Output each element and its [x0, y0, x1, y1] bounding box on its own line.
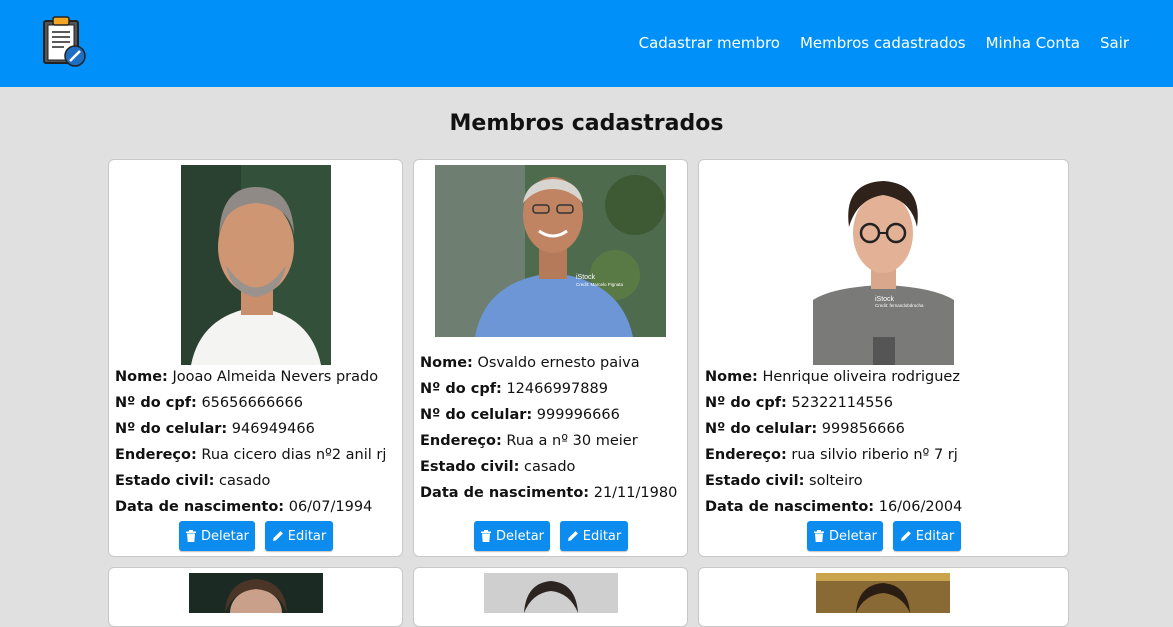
edit-button[interactable]: Editar — [893, 521, 961, 551]
member-info: Nome: Osvaldo ernesto paiva Nº do cpf: 1… — [420, 355, 678, 501]
clipboard-edit-icon[interactable] — [40, 15, 88, 69]
edit-button[interactable]: Editar — [560, 521, 628, 551]
nav-link-minha-conta[interactable]: Minha Conta — [986, 34, 1080, 52]
nav-link-sair[interactable]: Sair — [1100, 34, 1129, 52]
delete-button[interactable]: Deletar — [179, 521, 255, 551]
member-info: Nome: Henrique oliveira rodriguez Nº do … — [705, 369, 963, 515]
member-birthdate: 21/11/1980 — [593, 485, 678, 501]
trash-icon — [813, 530, 824, 542]
member-address: Rua a nº 30 meier — [506, 433, 638, 449]
pencil-icon — [272, 531, 283, 541]
pencil-icon — [567, 531, 578, 541]
member-address: Rua cicero dias nº2 anil rj — [201, 447, 387, 463]
nav-links: Cadastrar membro Membros cadastrados Min… — [639, 34, 1129, 52]
member-cpf: 65656666666 — [201, 395, 303, 411]
nav-link-membros-cadastrados[interactable]: Membros cadastrados — [800, 34, 966, 52]
member-phone: 999856666 — [821, 421, 905, 437]
member-card — [698, 567, 1069, 627]
member-phone: 946949466 — [231, 421, 315, 437]
navbar: Cadastrar membro Membros cadastrados Min… — [0, 0, 1173, 87]
member-marital-status: casado — [219, 473, 271, 489]
member-marital-status: solteiro — [809, 473, 863, 489]
svg-text:Credit: fernandobdrocha: Credit: fernandobdrocha — [875, 303, 924, 308]
member-cpf: 12466997889 — [506, 381, 608, 397]
member-photo — [484, 573, 618, 613]
member-phone: 999996666 — [536, 407, 620, 423]
member-photo — [816, 573, 950, 613]
trash-icon — [480, 530, 491, 542]
member-name: Osvaldo ernesto paiva — [477, 355, 640, 371]
member-photo: iStock Credit: Marcelo Pignata — [435, 165, 666, 337]
svg-text:iStock: iStock — [875, 296, 895, 303]
trash-icon — [185, 530, 196, 542]
member-birthdate: 16/06/2004 — [878, 499, 963, 515]
member-birthdate: 06/07/1994 — [288, 499, 373, 515]
member-cpf: 52322114556 — [791, 395, 893, 411]
delete-button[interactable]: Deletar — [807, 521, 883, 551]
pencil-icon — [900, 531, 911, 541]
member-card: iStock Credit: Marcelo Pignata Nome: Osv… — [413, 159, 688, 557]
svg-text:iStock: iStock — [576, 274, 596, 281]
member-info: Nome: Jooao Almeida Nevers prado Nº do c… — [115, 369, 387, 515]
member-card — [108, 567, 403, 627]
member-address: rua silvio riberio nº 7 rj — [791, 447, 958, 463]
member-name: Jooao Almeida Nevers prado — [172, 369, 379, 385]
member-photo — [181, 165, 331, 365]
member-marital-status: casado — [524, 459, 576, 475]
page-title: Membros cadastrados — [449, 111, 724, 136]
nav-link-cadastrar-membro[interactable]: Cadastrar membro — [639, 34, 780, 52]
member-card: iStock Credit: fernandobdrocha Nome: Hen… — [698, 159, 1069, 557]
svg-text:Credit: Marcelo Pignata: Credit: Marcelo Pignata — [576, 282, 624, 287]
member-photo: iStock Credit: fernandobdrocha — [813, 165, 954, 365]
member-card: Nome: Jooao Almeida Nevers prado Nº do c… — [108, 159, 403, 557]
member-card — [413, 567, 688, 627]
edit-button[interactable]: Editar — [265, 521, 333, 551]
member-name: Henrique oliveira rodriguez — [762, 369, 960, 385]
delete-button[interactable]: Deletar — [474, 521, 550, 551]
member-photo — [189, 573, 323, 613]
